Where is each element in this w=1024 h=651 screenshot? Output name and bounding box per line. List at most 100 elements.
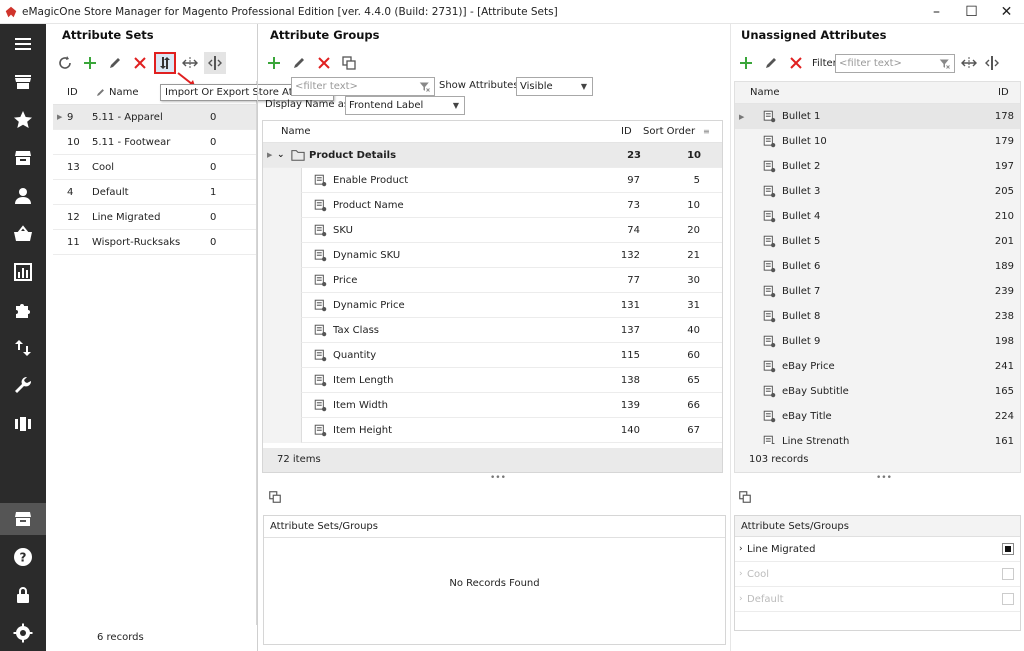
unassigned-attribute-row[interactable]: eBay Subtitle 165 [735, 379, 1020, 404]
attribute-set-row[interactable]: 4 Default 1 [53, 180, 256, 205]
attribute-row[interactable]: Quantity 115 60 [301, 343, 722, 368]
unassigned-attribute-row[interactable]: Bullet 3 205 [735, 179, 1020, 204]
copy-icon[interactable] [268, 490, 282, 504]
set-membership-row[interactable]: › Cool [735, 562, 1020, 587]
attribute-row[interactable]: Item Height 140 67 [301, 418, 722, 443]
unassigned-attribute-row[interactable]: Bullet 5 201 [735, 229, 1020, 254]
attribute-set-row[interactable]: 10 5.11 - Footwear 0 [53, 130, 256, 155]
attribute-row[interactable]: Price 77 30 [301, 268, 722, 293]
group-row-product-details[interactable]: ▶ ⌄ Product Details 23 10 [263, 143, 722, 168]
attribute-name: Bullet 10 [782, 136, 827, 147]
unassigned-attribute-row[interactable]: eBay Title 224 [735, 404, 1020, 429]
attribute-row[interactable]: Product Name 73 10 [301, 193, 722, 218]
column-id-header[interactable]: ID [67, 87, 95, 98]
attribute-row[interactable]: Item Length 138 65 [301, 368, 722, 393]
split-view-button[interactable] [204, 52, 226, 74]
attribute-set-row[interactable]: 11 Wisport-Rucksaks 0 [53, 230, 256, 255]
storage-icon[interactable] [0, 503, 46, 535]
unassigned-attribute-row[interactable]: eBay Price 241 [735, 354, 1020, 379]
columns-icon[interactable] [0, 408, 46, 440]
transfer-icon[interactable] [0, 332, 46, 364]
settings-icon[interactable] [0, 617, 46, 649]
attribute-groups-grid: Name ID Sort Order ≡ ▶ ⌄ Product Details… [262, 120, 723, 473]
copy-group-button[interactable] [338, 52, 360, 74]
splitter-handle[interactable]: ••• [490, 473, 506, 483]
help-icon[interactable]: ? [0, 541, 46, 573]
edit-attribute-button[interactable] [760, 52, 782, 74]
display-name-select[interactable]: Frontend Label ▼ [345, 96, 465, 115]
minimize-button[interactable]: – [919, 0, 954, 24]
unassigned-attribute-row[interactable]: Bullet 7 239 [735, 279, 1020, 304]
attribute-row[interactable]: Item Width 139 66 [301, 393, 722, 418]
set-membership-checkbox[interactable] [1002, 568, 1014, 580]
clear-filter-icon[interactable] [419, 81, 431, 93]
column-name-header[interactable]: Name [109, 87, 139, 98]
maximize-button[interactable]: ☐ [954, 0, 989, 24]
refresh-button[interactable] [54, 52, 76, 74]
set-membership-row[interactable]: › Default [735, 587, 1020, 612]
add-group-button[interactable] [263, 52, 285, 74]
attribute-set-row[interactable]: 12 Line Migrated 0 [53, 205, 256, 230]
column-id-header[interactable]: ID [621, 126, 643, 137]
set-id: 4 [67, 186, 74, 198]
delete-set-button[interactable] [129, 52, 151, 74]
splitter-handle[interactable]: ••• [876, 473, 892, 483]
chart-icon[interactable] [0, 256, 46, 288]
menu-icon[interactable] [0, 28, 46, 60]
column-sort-header[interactable]: Sort Order [643, 126, 703, 137]
unassigned-sets-groups-grid: Attribute Sets/Groups › Line Migrated › Coo… [734, 515, 1021, 631]
set-count: 0 [210, 211, 217, 223]
show-attributes-select[interactable]: Visible ▼ [516, 77, 593, 96]
wrench-icon[interactable] [0, 370, 46, 402]
attribute-row[interactable]: Dynamic Price 131 31 [301, 293, 722, 318]
user-icon[interactable] [0, 180, 46, 212]
column-name-header[interactable]: Name [281, 126, 621, 137]
puzzle-icon[interactable] [0, 294, 46, 326]
set-membership-row[interactable]: › Line Migrated [735, 537, 1020, 562]
delete-attribute-button[interactable] [785, 52, 807, 74]
unassigned-attribute-row[interactable]: Line Strength 161 [735, 429, 1020, 444]
expand-columns-button[interactable] [179, 52, 201, 74]
column-id-header[interactable]: ID [998, 87, 1009, 98]
delete-group-button[interactable] [313, 52, 335, 74]
set-membership-checkbox[interactable] [1002, 593, 1014, 605]
groups-filter-input[interactable]: <filter text> [291, 77, 435, 96]
add-set-button[interactable] [79, 52, 101, 74]
clear-filter-icon[interactable] [939, 58, 951, 70]
add-attribute-button[interactable] [735, 52, 757, 74]
unassigned-attribute-row[interactable]: Bullet 2 197 [735, 154, 1020, 179]
attribute-id: 161 [994, 436, 1014, 444]
close-button[interactable]: ✕ [989, 0, 1024, 24]
unassigned-attribute-row[interactable]: Bullet 6 189 [735, 254, 1020, 279]
collapse-chevron-icon[interactable]: ⌄ [277, 150, 291, 160]
unassigned-filter-input[interactable]: <filter text> [835, 54, 955, 73]
unassigned-attribute-row[interactable]: Bullet 8 238 [735, 304, 1020, 329]
unassigned-attribute-row[interactable]: ▶ Bullet 1 178 [735, 104, 1020, 129]
import-export-button[interactable] [154, 52, 176, 74]
unassigned-attribute-row[interactable]: Bullet 4 210 [735, 204, 1020, 229]
attribute-row[interactable]: Tax Class 137 40 [301, 318, 722, 343]
unassigned-attribute-row[interactable]: Bullet 9 198 [735, 329, 1020, 354]
edit-group-button[interactable] [288, 52, 310, 74]
lock-icon[interactable] [0, 579, 46, 611]
attribute-name: Item Height [333, 424, 392, 436]
box-icon[interactable] [0, 142, 46, 174]
attribute-row[interactable]: SKU 74 20 [301, 218, 722, 243]
column-name-header[interactable]: Name [750, 87, 998, 98]
store-icon[interactable] [0, 66, 46, 98]
attribute-set-row[interactable]: 13 Cool 0 [53, 155, 256, 180]
unassigned-attribute-row[interactable]: Bullet 10 179 [735, 129, 1020, 154]
set-membership-checkbox[interactable] [1002, 543, 1014, 555]
attribute-row[interactable]: Dynamic SKU 132 21 [301, 243, 722, 268]
split-view-button[interactable] [981, 52, 1003, 74]
attribute-row[interactable]: Enable Product 97 5 [301, 168, 722, 193]
attribute-set-row[interactable]: ▶ 9 5.11 - Apparel 0 [53, 105, 256, 130]
attribute-id: 178 [994, 111, 1014, 122]
set-name: Wisport-Rucksaks [92, 236, 181, 248]
edit-set-button[interactable] [104, 52, 126, 74]
star-icon[interactable] [0, 104, 46, 136]
copy-icon[interactable] [738, 490, 752, 504]
basket-icon[interactable] [0, 218, 46, 250]
expand-columns-button[interactable] [958, 52, 980, 74]
chevron-down-icon: ▼ [580, 82, 587, 91]
